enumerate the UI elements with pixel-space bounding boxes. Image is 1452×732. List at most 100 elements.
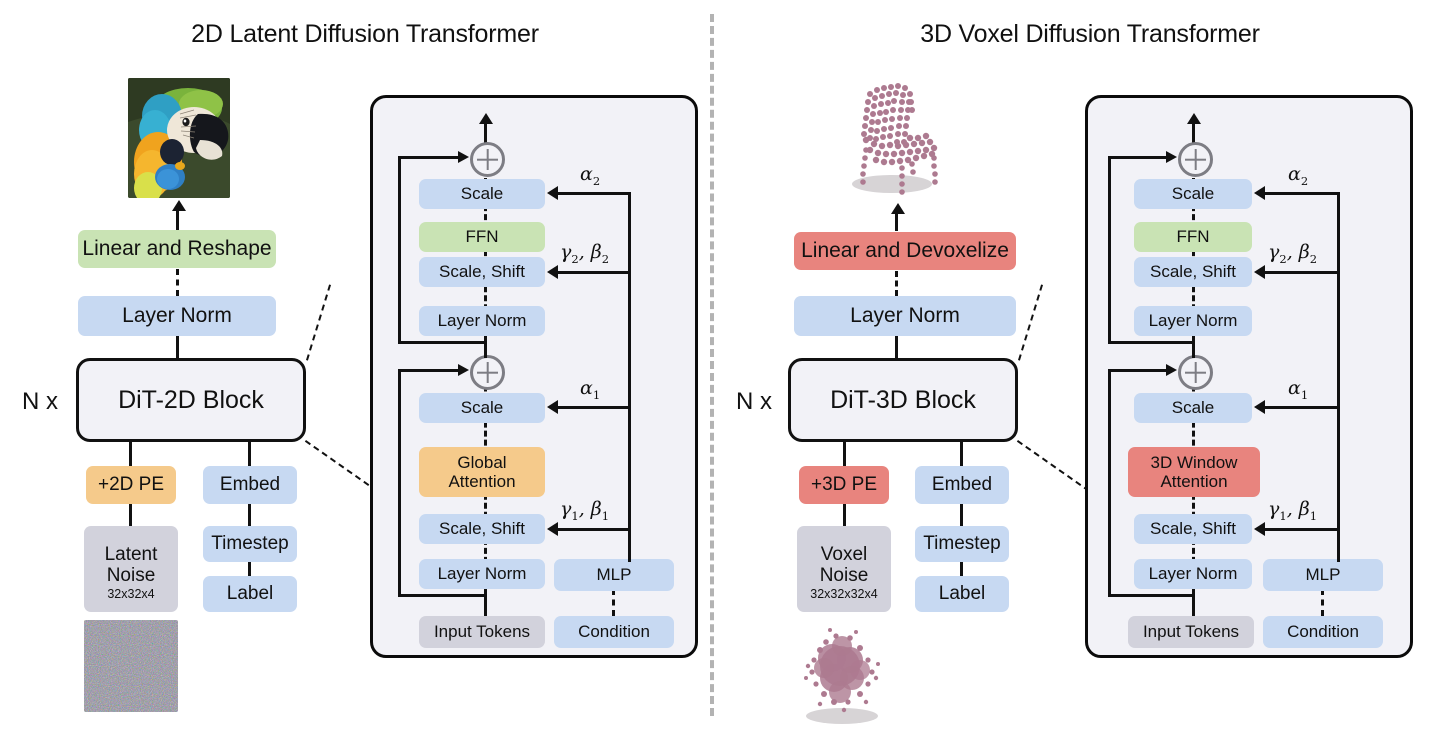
block-scale-shift-1-2d: Scale, Shift <box>419 514 545 544</box>
cond-arrow-gb1-line-2d <box>558 528 630 531</box>
block-voxel-noise: Voxel Noise 32x32x32x4 <box>797 526 891 612</box>
skip-upper-bottom-2d <box>398 341 486 344</box>
line-noise-to-pe-3d <box>843 504 846 526</box>
repeat-count-3d: N x <box>736 388 772 415</box>
block-scale-2-2d: Scale <box>419 179 545 209</box>
skip-lower-bottom-3d <box>1108 594 1194 597</box>
skip-upper-top-2d <box>398 156 460 159</box>
voxel-noise-shape: 32x32x32x4 <box>810 587 878 602</box>
cond-arrow-gb1-head-3d <box>1254 522 1265 536</box>
cond-trunk-2d <box>628 192 631 562</box>
cond-arrow-gb1-head-2d <box>547 522 558 536</box>
zoom-leader-top-3d <box>1018 284 1044 361</box>
cond-arrow-alpha2-line-2d <box>558 192 630 195</box>
block-ffn-2d: FFN <box>419 222 545 252</box>
block-layer-norm-2-3d: Layer Norm <box>1134 306 1252 336</box>
skip-upper-bottom-3d <box>1108 341 1194 344</box>
block-layer-norm-1-3d: Layer Norm <box>1134 559 1252 589</box>
block-global-attention: Global Attention <box>419 447 545 497</box>
block-mlp-3d: MLP <box>1263 559 1383 591</box>
panel-divider <box>710 14 714 716</box>
skip-lower-top-3d <box>1108 369 1168 372</box>
skip-lower-arrow-2d <box>458 364 469 376</box>
line-label-to-timestep-3d <box>960 562 963 576</box>
block-3d-window-attention: 3D Window Attention <box>1128 447 1260 497</box>
block-label-2d: Label <box>203 576 297 612</box>
attention-line1-3d: 3D Window <box>1150 452 1238 472</box>
residual-add-bottom-3d <box>1178 355 1213 390</box>
block-scale-1-2d: Scale <box>419 393 545 423</box>
attention-line2-3d: Attention <box>1160 472 1228 491</box>
label-gb1-3d: γ1, β1 <box>1268 498 1318 523</box>
latent-noise-image <box>84 620 178 712</box>
cond-arrow-gb2-line-2d <box>558 271 630 274</box>
spine-mid-3d <box>1192 336 1195 358</box>
block-linear-and-reshape: Linear and Reshape <box>78 230 276 268</box>
block-embed-2d: Embed <box>203 466 297 504</box>
residual-add-bottom-2d <box>470 355 505 390</box>
skip-upper-vert-2d <box>398 156 401 344</box>
skip-lower-top-2d <box>398 369 460 372</box>
line-pe-to-dit-3d <box>843 442 846 466</box>
spine-bottom-2d <box>484 589 487 616</box>
cond-arrow-gb2-line-3d <box>1265 271 1339 274</box>
skip-upper-top-3d <box>1108 156 1168 159</box>
cond-arrow-alpha1-head-3d <box>1254 400 1265 414</box>
cond-trunk-3d <box>1337 192 1340 562</box>
label-gb2-3d: γ2, β2 <box>1268 241 1318 266</box>
arrow-to-output-2d <box>172 200 186 211</box>
attention-line1-2d: Global <box>457 452 507 472</box>
panel-title-3d: 3D Voxel Diffusion Transformer <box>920 20 1260 48</box>
block-layer-norm-3d: Layer Norm <box>794 296 1016 336</box>
block-mlp-2d: MLP <box>554 559 674 591</box>
skip-upper-arrow-2d <box>458 151 469 163</box>
residual-add-top-2d <box>470 142 505 177</box>
block-ffn-3d: FFN <box>1134 222 1252 252</box>
cond-arrow-gb1-line-3d <box>1265 528 1339 531</box>
skip-lower-arrow-3d <box>1166 364 1177 376</box>
cond-arrow-gb2-head-2d <box>547 265 558 279</box>
output-image-parrot <box>128 78 230 198</box>
line-head-to-output-3d <box>895 211 898 231</box>
cond-arrow-gb2-head-3d <box>1254 265 1265 279</box>
block-timestep-3d: Timestep <box>915 526 1009 562</box>
line-dit-to-norm-3d <box>895 336 898 358</box>
block-condition-3d: Condition <box>1263 616 1383 648</box>
block-timestep-2d: Timestep <box>203 526 297 562</box>
cond-arrow-alpha1-line-3d <box>1265 406 1339 409</box>
block-scale-shift-2-3d: Scale, Shift <box>1134 257 1252 287</box>
output-image-chair <box>830 72 970 200</box>
latent-noise-shape: 32x32x4 <box>107 587 155 602</box>
panel-title-2d: 2D Latent Diffusion Transformer <box>191 20 539 48</box>
line-timestep-to-embed-2d <box>248 504 251 526</box>
cond-arrow-alpha1-line-2d <box>558 406 630 409</box>
skip-lower-bottom-2d <box>398 594 486 597</box>
block-3d-pe: +3D PE <box>799 466 889 504</box>
label-gb2-2d: γ2, β2 <box>560 241 610 266</box>
block-layer-norm-2d: Layer Norm <box>78 296 276 336</box>
line-condition-to-mlp-2d <box>612 589 615 616</box>
cond-arrow-alpha2-line-3d <box>1265 192 1339 195</box>
label-gb1-2d: γ1, β1 <box>560 498 610 523</box>
block-layer-norm-2-2d: Layer Norm <box>419 306 545 336</box>
skip-upper-arrow-3d <box>1166 151 1177 163</box>
attention-line2-2d: Attention <box>448 472 516 491</box>
line-pe-to-dit-2d <box>129 442 132 466</box>
block-embed-3d: Embed <box>915 466 1009 504</box>
line-label-to-timestep-2d <box>248 562 251 576</box>
latent-noise-line1: Latent <box>104 543 158 565</box>
repeat-count-2d: N x <box>22 388 58 415</box>
block-scale-shift-1-3d: Scale, Shift <box>1134 514 1252 544</box>
voxel-noise-line2: Noise <box>819 565 869 586</box>
block-scale-2-3d: Scale <box>1134 179 1252 209</box>
label-alpha2-2d: α2 <box>580 163 601 188</box>
block-dit-2d: DiT-2D Block <box>76 358 306 442</box>
residual-add-top-3d <box>1178 142 1213 177</box>
skip-lower-vert-2d <box>398 369 401 597</box>
block-2d-pe: +2D PE <box>86 466 176 504</box>
label-alpha2-3d: α2 <box>1288 163 1309 188</box>
line-embed-to-dit-3d <box>960 442 963 466</box>
line-embed-to-dit-2d <box>248 442 251 466</box>
label-alpha1-2d: α1 <box>580 377 601 402</box>
block-scale-1-3d: Scale <box>1134 393 1252 423</box>
